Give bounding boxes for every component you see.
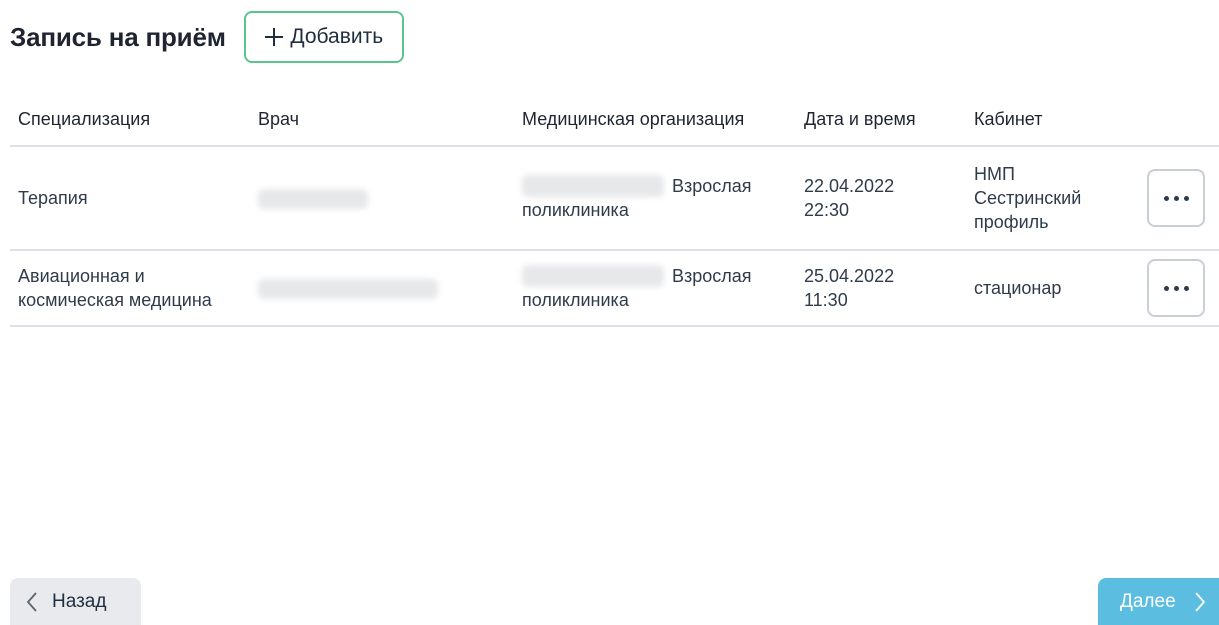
appointments-page: Запись на приём Добавить Специализация В… <box>0 0 1219 625</box>
cabinet-line: НМП <box>974 164 1015 184</box>
column-header-specialization[interactable]: Специализация <box>10 93 250 147</box>
appointment-date: 25.04.2022 <box>804 266 895 286</box>
column-header-datetime[interactable]: Дата и время <box>796 93 966 147</box>
redacted-organization-name <box>522 265 664 287</box>
appointment-time: 22:30 <box>804 200 850 220</box>
cabinet-line: Сестринский <box>974 188 1082 208</box>
cell-datetime: 22.04.2022 22:30 <box>796 146 966 251</box>
chevron-left-icon <box>26 591 38 613</box>
redacted-doctor-name <box>258 189 368 210</box>
organization-line-2: поликлиника <box>522 200 629 220</box>
cell-organization: Взрослая поликлиника <box>514 250 796 327</box>
appointment-time: 11:30 <box>804 290 848 310</box>
more-horizontal-icon <box>1161 195 1191 201</box>
cell-doctor <box>250 250 514 327</box>
specialization-line-2: космическая медицина <box>18 290 212 310</box>
column-header-organization[interactable]: Медицинская организация <box>514 93 796 147</box>
column-header-actions <box>1139 93 1219 147</box>
next-button-label: Далее <box>1120 590 1176 612</box>
cell-cabinet: НМП Сестринский профиль <box>966 146 1139 251</box>
add-button[interactable]: Добавить <box>243 11 404 63</box>
cell-organization: Взрослая поликлиника <box>514 146 796 251</box>
more-horizontal-icon <box>1161 285 1191 291</box>
back-button[interactable]: Назад <box>10 578 141 625</box>
header: Запись на приём Добавить <box>10 10 404 64</box>
organization-line-1: Взрослая <box>522 264 796 288</box>
cell-cabinet: стационар <box>966 250 1139 327</box>
cell-actions <box>1139 250 1219 327</box>
column-header-doctor[interactable]: Врач <box>250 93 514 147</box>
chevron-right-icon <box>1194 591 1206 613</box>
plus-icon <box>264 27 284 47</box>
add-button-label: Добавить <box>290 25 384 48</box>
cell-datetime: 25.04.2022 11:30 <box>796 250 966 327</box>
page-title: Запись на приём <box>10 21 226 52</box>
appointment-date: 22.04.2022 <box>804 176 895 196</box>
table-header-row: Специализация Врач Медицинская организац… <box>10 93 1219 147</box>
appointments-table: Специализация Врач Медицинская организац… <box>10 93 1219 327</box>
specialization-line-1: Авиационная и <box>18 266 145 286</box>
organization-line-1: Взрослая <box>522 174 796 198</box>
cell-specialization: Авиационная и космическая медицина <box>10 250 250 327</box>
back-button-label: Назад <box>52 590 107 612</box>
cell-doctor <box>250 146 514 251</box>
redacted-organization-name <box>522 175 664 197</box>
next-button[interactable]: Далее <box>1098 578 1219 625</box>
table-row[interactable]: Терапия Взрослая поликлиника 22.04.2022 … <box>10 146 1219 251</box>
organization-suffix: Взрослая <box>672 176 752 196</box>
organization-suffix: Взрослая <box>672 266 752 286</box>
redacted-doctor-name <box>258 279 438 300</box>
table-row[interactable]: Авиационная и космическая медицина Взрос… <box>10 250 1219 327</box>
column-header-cabinet[interactable]: Кабинет <box>966 93 1139 147</box>
row-actions-button[interactable] <box>1147 259 1205 317</box>
organization-line-2: поликлиника <box>522 290 629 310</box>
cell-specialization: Терапия <box>10 146 250 251</box>
cabinet-line: профиль <box>974 212 1049 232</box>
cell-actions <box>1139 146 1219 251</box>
row-actions-button[interactable] <box>1147 169 1205 227</box>
